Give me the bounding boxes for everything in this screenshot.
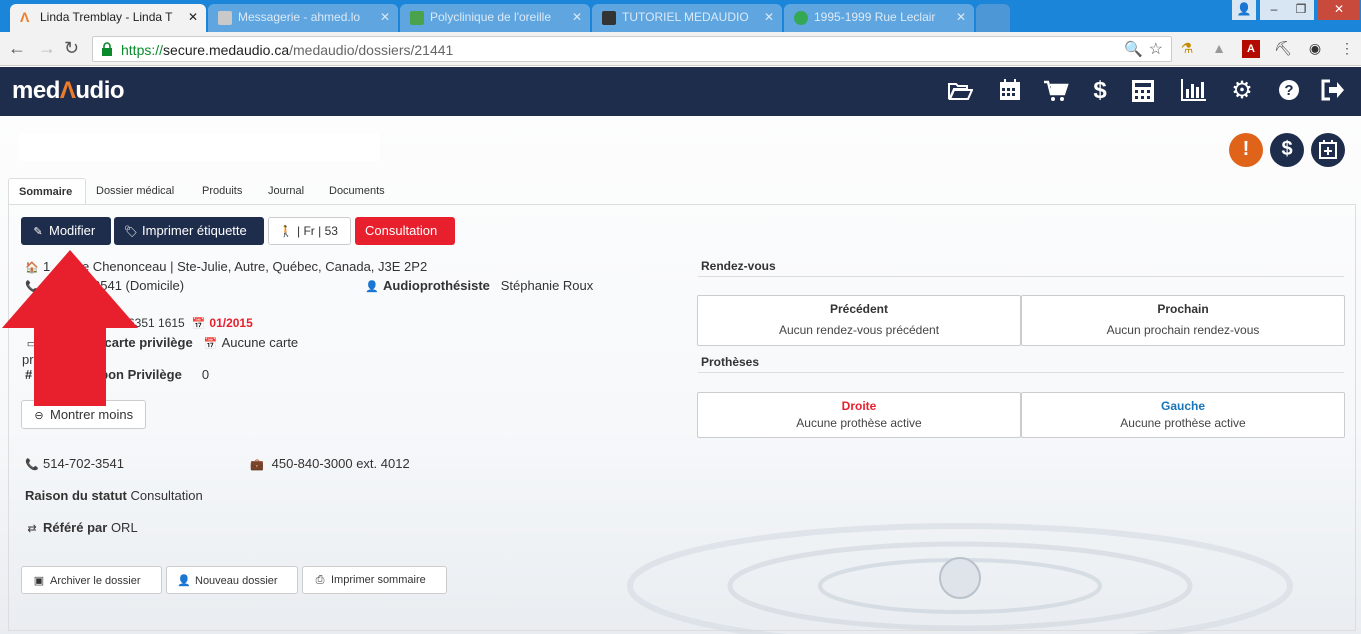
zoom-icon[interactable]: 🔍 [1124,40,1143,58]
cart-icon[interactable] [1043,80,1069,102]
folder-open-icon[interactable] [947,81,973,101]
lock-icon [102,42,112,56]
page-favicon-icon [602,11,616,25]
browser-tab-bar: Λ Linda Tremblay - Linda T ✕ Messagerie … [0,0,1361,32]
close-tab-icon[interactable]: ✕ [380,10,390,24]
tab-documents[interactable]: Documents [319,178,395,205]
forward-icon[interactable]: → [38,38,56,59]
medaudio-logo[interactable]: medΛudio [12,77,125,105]
calendar-plus-icon[interactable] [1311,133,1345,167]
browser-tab[interactable]: Messagerie - ahmed.lo ✕ [208,4,398,32]
gender-language-age-badge[interactable]: 🚶 | Fr | 53 [268,217,351,245]
rendez-vous-title: Rendez-vous [701,259,776,273]
browser-tab[interactable]: Polyclinique de l'oreille ✕ [400,4,590,32]
work-phone-line: 💼 450-840-3000 ext. 4012 [250,456,410,471]
nouveau-dossier-button[interactable]: 👤 Nouveau dossier [166,566,298,594]
protheses-title: Prothèses [701,355,760,369]
modifier-button[interactable]: ✎ Modifier [21,217,111,245]
user-md-icon: 👤 [365,281,379,293]
rdv-precedent-card[interactable]: Précédent Aucun rendez-vous précédent [697,295,1021,346]
patient-name-box [18,133,380,161]
calendar-small-icon: 📅 [191,318,206,330]
close-tab-icon[interactable]: ✕ [188,10,198,24]
tab-produits[interactable]: Produits [192,178,252,205]
close-tab-icon[interactable]: ✕ [572,10,582,24]
phone-icon: 📞 [25,459,39,471]
refere-par-line: ⇄ Référé par ORL [25,520,137,535]
person-icon: 🚶 [279,226,293,238]
restore-icon[interactable]: ❐ [1288,0,1314,20]
retweet-icon: ⇄ [27,523,37,535]
close-tab-icon[interactable]: ✕ [956,10,966,24]
browser-tab[interactable]: TUTORIEL MEDAUDIO ✕ [592,4,782,32]
url-text: https://secure.medaudio.ca/medaudio/doss… [121,42,454,58]
extension-flask-icon[interactable]: ⚗ [1178,40,1196,58]
audioprothesiste-line: 👤 Audioprothésiste Stéphanie Roux [365,278,594,293]
cell-phone-line: 📞 514-702-3541 [25,456,124,471]
menu-icon[interactable]: ⋮ [1338,40,1356,58]
edit-icon: ✎ [33,226,43,238]
alert-icon[interactable]: ! [1229,133,1263,167]
archiver-dossier-button[interactable]: ▣ Archiver le dossier [21,566,162,594]
profile-icon[interactable]: 👤 [1232,0,1256,20]
page-favicon-icon [410,11,424,25]
url-input[interactable]: https://secure.medaudio.ca/medaudio/doss… [92,36,1172,62]
extension-tool-icon[interactable]: ⛏ [1274,40,1292,58]
svg-text:?: ? [1284,82,1293,99]
close-window-icon[interactable]: ✕ [1318,0,1360,20]
user-plus-icon: 👤 [177,575,191,587]
dollar-icon[interactable]: $ [1087,77,1113,105]
new-tab-button[interactable] [976,4,1010,32]
imprimer-etiquette-button[interactable]: 🏷 Imprimer étiquette [114,217,264,245]
consultation-button[interactable]: Consultation [355,217,455,245]
browser-tab-title: Linda Tremblay - Linda T [40,10,173,24]
imprimer-sommaire-button[interactable]: ⎙ Imprimer sommaire [302,566,447,594]
close-tab-icon[interactable]: ✕ [764,10,774,24]
logout-icon[interactable] [1320,79,1346,101]
minus-circle-icon: ⊖ [34,410,44,422]
calendar-small-icon: 📅 [203,338,218,350]
gear-icon[interactable]: ⚙ [1229,76,1255,105]
dollar-status-icon[interactable]: $ [1270,133,1304,167]
help-icon[interactable]: ? [1276,79,1302,101]
pdf-icon[interactable]: A [1242,40,1260,58]
reload-icon[interactable]: ↻ [64,38,79,59]
page-favicon-icon [218,11,232,25]
extension-color-icon[interactable]: ◉ [1306,40,1324,58]
print-icon: ⎙ [315,574,325,586]
page-favicon-icon [794,11,808,25]
page-body: ! $ Sommaire Dossier médical Produits Jo… [0,116,1361,634]
tab-journal[interactable]: Journal [258,178,314,205]
drive-icon[interactable]: ▲ [1210,40,1228,58]
browser-tab[interactable]: 1995-1999 Rue Leclair ✕ [784,4,974,32]
back-icon[interactable]: ← [8,38,26,59]
bar-chart-icon[interactable] [1180,79,1206,101]
app-header: medΛudio $ ⚙ ? [0,67,1361,116]
protheses-divider [698,372,1344,373]
minimize-icon[interactable]: – [1260,0,1288,20]
calculator-icon[interactable] [1130,79,1156,103]
archive-icon: ▣ [33,575,45,587]
ramq-line: 6351 1615 📅 01/2015 [128,316,253,330]
rdv-prochain-card[interactable]: Prochain Aucun prochain rendez-vous [1021,295,1345,346]
browser-tab-active[interactable]: Λ Linda Tremblay - Linda T ✕ [10,4,206,32]
address-bar: ← → ↻ https://secure.medaudio.ca/medaudi… [0,32,1361,66]
tab-dossier-medical[interactable]: Dossier médical [86,178,184,205]
briefcase-icon: 💼 [250,459,264,471]
rendez-vous-divider [698,276,1344,277]
tag-icon: 🏷 [124,226,138,238]
red-arrow-annotation [2,250,138,406]
water-ripple-decoration [627,523,1293,634]
bookmark-star-icon[interactable]: ☆ [1149,39,1163,59]
tab-sommaire[interactable]: Sommaire [8,178,86,205]
raison-statut-line: Raison du statut Consultation [25,488,203,503]
calendar-icon[interactable] [997,79,1023,101]
medaudio-favicon-icon: Λ [20,9,30,25]
